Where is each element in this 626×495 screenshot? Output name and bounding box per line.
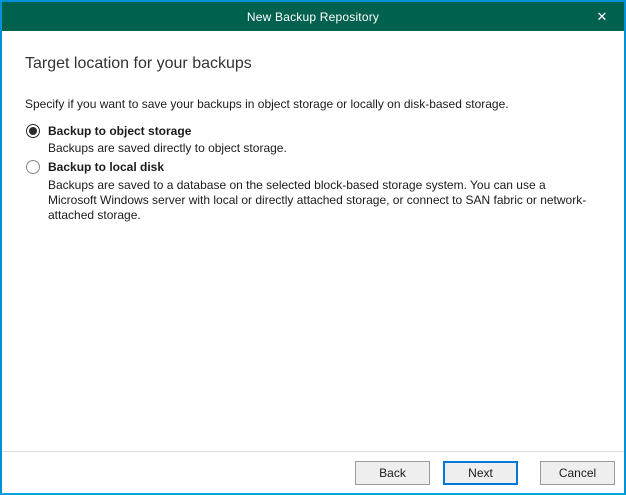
cancel-button[interactable]: Cancel [540, 461, 615, 485]
radio-description-object-storage: Backups are saved directly to object sto… [48, 141, 596, 156]
radio-label-local-disk[interactable]: Backup to local disk [48, 160, 164, 174]
intro-text: Specify if you want to save your backups… [25, 97, 509, 111]
close-icon[interactable]: ✕ [580, 2, 624, 31]
radio-label-object-storage[interactable]: Backup to object storage [48, 124, 191, 138]
dialog-title: New Backup Repository [247, 10, 379, 24]
titlebar: New Backup Repository ✕ [2, 2, 624, 31]
next-button[interactable]: Next [443, 461, 518, 485]
back-button[interactable]: Back [355, 461, 430, 485]
radio-description-local-disk: Backups are saved to a database on the s… [48, 178, 596, 223]
radio-backup-to-object-storage[interactable] [26, 124, 40, 138]
footer-separator [2, 451, 624, 452]
radio-backup-to-local-disk[interactable] [26, 160, 40, 174]
new-backup-repository-dialog: New Backup Repository ✕ Target location … [0, 0, 626, 495]
page-title: Target location for your backups [25, 55, 252, 73]
